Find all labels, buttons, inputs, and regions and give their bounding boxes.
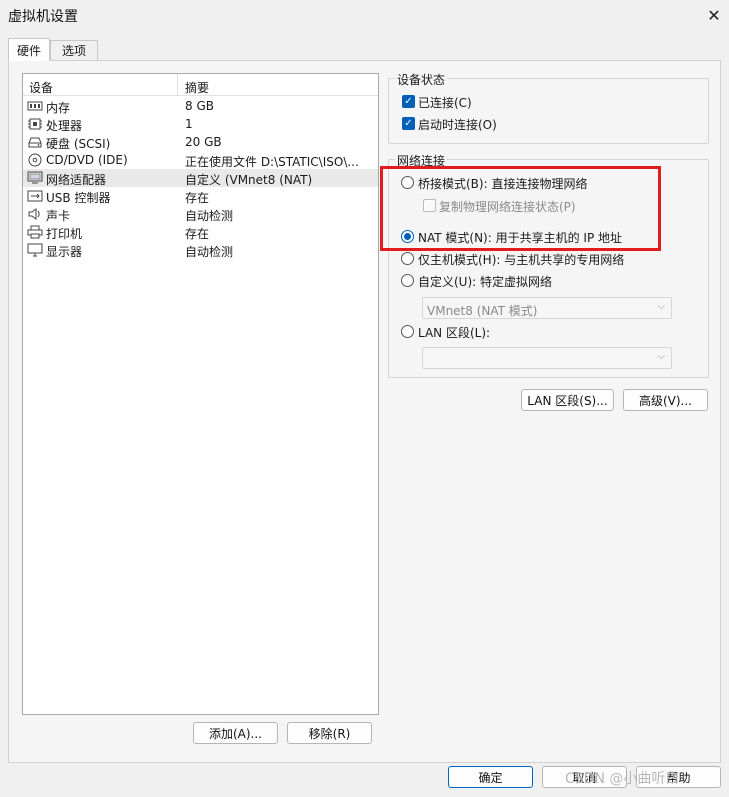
vm-settings-window: 虚拟机设置 ✕ 硬件 选项 设备 摘要 内存 8 GB 处理器 1 硬盘 (SC…: [0, 0, 729, 797]
chevron-down-icon: ⌵: [657, 301, 665, 312]
device-summary: 正在使用文件 D:\STATIC\ISO\...: [185, 155, 359, 169]
advanced-button[interactable]: 高级(V)...: [623, 389, 708, 411]
memory-icon: [27, 101, 43, 111]
title-bar: 虚拟机设置 ✕: [0, 0, 729, 30]
device-summary: 8 GB: [185, 99, 214, 113]
device-summary: 自定义 (VMnet8 (NAT): [185, 173, 313, 187]
device-summary: 1: [185, 117, 193, 131]
window-title: 虚拟机设置: [8, 9, 78, 25]
device-name: CD/DVD (IDE): [46, 153, 128, 167]
printer-icon: [27, 225, 43, 239]
lan-segment-label[interactable]: LAN 区段(L):: [418, 324, 490, 341]
chevron-down-icon: ⌵: [657, 351, 665, 362]
cd-dvd-icon: [28, 153, 42, 167]
device-row-hard-disk[interactable]: 硬盘 (SCSI) 20 GB: [23, 133, 378, 151]
network-adapter-icon: [27, 171, 43, 184]
device-summary: 自动检测: [185, 209, 234, 223]
host-only-label[interactable]: 仅主机模式(H): 与主机共享的专用网络: [418, 251, 624, 268]
connected-label[interactable]: 已连接(C): [418, 94, 472, 111]
device-row-display[interactable]: 显示器 自动检测: [23, 241, 378, 259]
column-header-summary[interactable]: 摘要: [185, 79, 209, 96]
connected-checkbox[interactable]: ✓: [402, 95, 415, 108]
device-row-processor[interactable]: 处理器 1: [23, 115, 378, 133]
display-icon: [27, 243, 43, 257]
usb-icon: [27, 190, 43, 202]
ok-button[interactable]: 确定: [448, 766, 533, 788]
device-row-memory[interactable]: 内存 8 GB: [23, 97, 378, 115]
custom-radio[interactable]: [401, 274, 414, 287]
device-name: 打印机: [46, 227, 83, 241]
device-summary: 20 GB: [185, 135, 222, 149]
device-summary: 存在: [185, 191, 210, 205]
device-row-sound-card[interactable]: 声卡 自动检测: [23, 205, 378, 223]
lan-segment-radio[interactable]: [401, 325, 414, 338]
column-header-device[interactable]: 设备: [29, 79, 53, 96]
custom-network-value: VMnet8 (NAT 模式): [427, 304, 538, 318]
hard-disk-icon: [28, 137, 42, 148]
device-list[interactable]: 设备 摘要 内存 8 GB 处理器 1 硬盘 (SCSI) 20 GB CD/D…: [22, 73, 379, 715]
device-summary: 自动检测: [185, 245, 234, 259]
device-row-usb-controller[interactable]: USB 控制器 存在: [23, 187, 378, 205]
column-divider[interactable]: [177, 74, 178, 96]
device-name: 硬盘 (SCSI): [46, 137, 111, 151]
device-name: 网络适配器: [46, 173, 107, 187]
device-name: 内存: [46, 101, 71, 115]
host-only-radio[interactable]: [401, 252, 414, 265]
connect-at-power-on-label[interactable]: 启动时连接(O): [418, 116, 497, 133]
lan-segments-button[interactable]: LAN 区段(S)...: [521, 389, 614, 411]
lan-segment-select[interactable]: ⌵: [422, 347, 672, 369]
close-icon[interactable]: ✕: [699, 0, 729, 30]
tab-hardware[interactable]: 硬件: [8, 38, 50, 61]
sound-card-icon: [28, 208, 40, 220]
device-name: 声卡: [46, 209, 71, 223]
device-row-network-adapter[interactable]: 网络适配器 自定义 (VMnet8 (NAT): [23, 169, 378, 187]
device-name: USB 控制器: [46, 191, 111, 205]
device-summary: 存在: [185, 227, 210, 241]
device-name: 处理器: [46, 119, 83, 133]
custom-label[interactable]: 自定义(U): 特定虚拟网络: [418, 273, 552, 290]
watermark: CSDN @小曲听白: [565, 771, 680, 787]
connect-at-power-on-checkbox[interactable]: ✓: [402, 117, 415, 130]
highlight-annotation-box: [380, 166, 661, 251]
device-row-printer[interactable]: 打印机 存在: [23, 223, 378, 241]
tab-options[interactable]: 选项: [50, 40, 98, 60]
remove-button[interactable]: 移除(R): [287, 722, 372, 744]
device-row-cd-dvd[interactable]: CD/DVD (IDE) 正在使用文件 D:\STATIC\ISO\...: [23, 151, 378, 169]
custom-network-select[interactable]: VMnet8 (NAT 模式) ⌵: [422, 297, 672, 319]
device-status-title: 设备状态: [395, 71, 448, 88]
device-list-header: 设备 摘要: [23, 74, 378, 96]
processor-icon: [28, 118, 42, 130]
add-button[interactable]: 添加(A)...: [193, 722, 278, 744]
device-name: 显示器: [46, 245, 83, 259]
